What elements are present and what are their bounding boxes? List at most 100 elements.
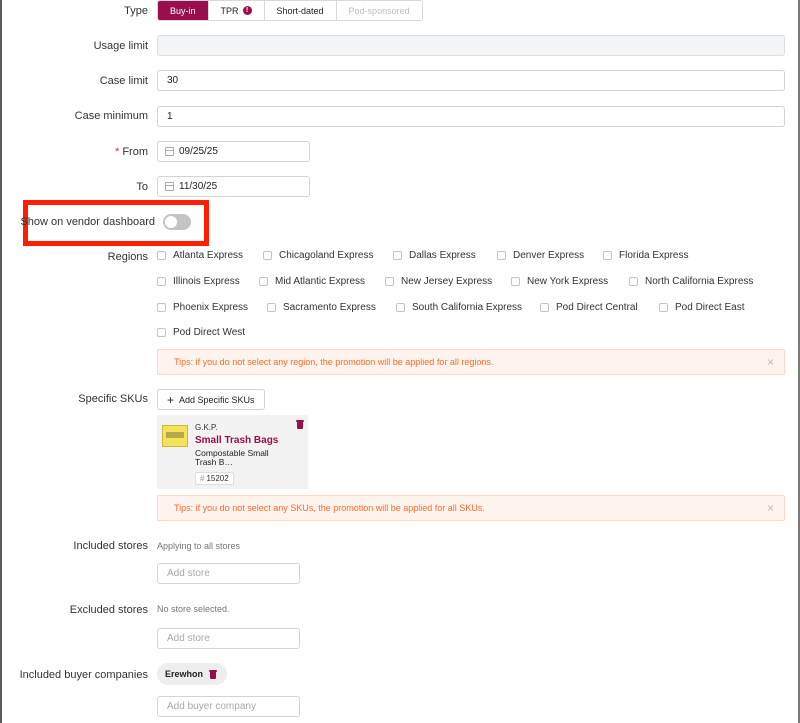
type-option-buy-in[interactable]: Buy-in <box>158 1 209 20</box>
add-specific-skus-label: Add Specific SKUs <box>179 394 255 405</box>
region-label: North California Express <box>645 276 754 287</box>
region-checkbox-florida-express[interactable]: Florida Express <box>603 250 688 261</box>
trash-icon[interactable] <box>296 420 304 429</box>
add-specific-skus-button[interactable]: + Add Specific SKUs <box>157 389 265 410</box>
checkbox-box[interactable] <box>157 303 166 312</box>
region-label: Dallas Express <box>409 250 476 261</box>
excluded-stores-input[interactable]: Add store <box>157 628 300 649</box>
specific-skus-label: Specific SKUs <box>78 393 148 405</box>
checkbox-box[interactable] <box>393 251 402 260</box>
skus-tip-text: Tips: if you do not select any SKUs, the… <box>174 503 485 513</box>
region-checkbox-illinois-express[interactable]: Illinois Express <box>157 276 240 287</box>
sku-id: 15202 <box>206 474 229 483</box>
checkbox-box[interactable] <box>629 277 638 286</box>
close-icon[interactable]: × <box>767 356 774 368</box>
region-label: South California Express <box>412 302 523 313</box>
calendar-icon <box>165 182 174 191</box>
hash-icon: # <box>200 474 205 483</box>
sku-card: G.K.P. Small Trash Bags Compostable Smal… <box>157 415 308 489</box>
region-checkbox-atlanta-express[interactable]: Atlanta Express <box>157 250 243 261</box>
skus-tip: Tips: if you do not select any SKUs, the… <box>157 495 785 521</box>
region-label: Sacramento Express <box>283 302 376 313</box>
checkbox-box[interactable] <box>659 303 668 312</box>
excluded-stores-status: No store selected. <box>157 604 230 614</box>
checkbox-box[interactable] <box>540 303 549 312</box>
sku-brand: G.K.P. <box>195 423 218 432</box>
to-label: To <box>136 181 148 193</box>
sku-description-line-2: Trash B… <box>195 457 233 467</box>
usage-limit-input[interactable] <box>157 35 785 56</box>
region-label: Mid Atlantic Express <box>275 276 366 287</box>
region-label: Pod Direct East <box>675 302 745 313</box>
usage-limit-label: Usage limit <box>93 40 148 52</box>
checkbox-box[interactable] <box>396 303 405 312</box>
region-checkbox-pod-direct-east[interactable]: Pod Direct East <box>659 302 744 313</box>
region-label: Illinois Express <box>173 276 240 287</box>
plus-icon: + <box>167 392 175 407</box>
region-checkbox-mid-atlantic-express[interactable]: Mid Atlantic Express <box>259 276 365 287</box>
region-label: New York Express <box>527 276 609 287</box>
product-thumbnail <box>162 425 188 447</box>
case-minimum-input[interactable]: 1 <box>157 106 785 127</box>
type-option-short-dated[interactable]: Short-dated <box>264 1 337 20</box>
trash-icon[interactable] <box>209 669 218 679</box>
region-checkbox-pod-direct-west[interactable]: Pod Direct West <box>157 327 245 338</box>
vendor-dashboard-label: Show on vendor dashboard <box>20 216 155 228</box>
region-label: Chicagoland Express <box>279 250 374 261</box>
region-label: Pod Direct Central <box>556 302 638 313</box>
sku-name[interactable]: Small Trash Bags <box>195 435 278 446</box>
type-option-pod-sponsored: Pod-sponsored <box>336 1 422 20</box>
from-date-picker[interactable]: 09/25/25 <box>157 141 310 162</box>
checkbox-box[interactable] <box>157 251 166 260</box>
from-date-value: 09/25/25 <box>179 146 218 157</box>
region-checkbox-sacramento-express[interactable]: Sacramento Express <box>267 302 376 313</box>
info-icon[interactable]: ! <box>242 6 252 15</box>
region-label: New Jersey Express <box>401 276 493 287</box>
region-checkbox-north-california-express[interactable]: North California Express <box>629 276 753 287</box>
type-option-tpr[interactable]: TPR ! <box>208 1 265 20</box>
region-checkbox-south-california-express[interactable]: South California Express <box>396 302 522 313</box>
case-minimum-label: Case minimum <box>74 110 148 122</box>
type-label: Type <box>124 5 148 17</box>
toggle-knob <box>165 216 177 228</box>
from-label-text: From <box>122 146 148 158</box>
region-label: Atlanta Express <box>173 250 244 261</box>
checkbox-box[interactable] <box>267 303 276 312</box>
region-checkbox-pod-direct-central[interactable]: Pod Direct Central <box>540 302 638 313</box>
vendor-dashboard-toggle[interactable] <box>163 214 191 230</box>
from-label: * From <box>115 146 148 158</box>
checkbox-box[interactable] <box>603 251 612 260</box>
checkbox-box[interactable] <box>497 251 506 260</box>
buyer-chip-erewhon: Erewhon <box>157 663 228 685</box>
checkbox-box[interactable] <box>259 277 268 286</box>
region-checkbox-denver-express[interactable]: Denver Express <box>497 250 584 261</box>
case-limit-input[interactable]: 30 <box>157 70 785 91</box>
checkbox-box[interactable] <box>385 277 394 286</box>
region-label: Florida Express <box>619 250 689 261</box>
region-label: Phoenix Express <box>173 302 249 313</box>
regions-tip-text: Tips: if you do not select any region, t… <box>174 357 494 367</box>
close-icon[interactable]: × <box>767 502 774 514</box>
add-buyer-company-input[interactable]: Add buyer company <box>157 696 300 717</box>
checkbox-box[interactable] <box>157 277 166 286</box>
regions-label: Regions <box>107 251 148 263</box>
region-checkbox-chicagoland-express[interactable]: Chicagoland Express <box>263 250 374 261</box>
window-frame-left <box>0 0 2 723</box>
region-checkbox-dallas-express[interactable]: Dallas Express <box>393 250 476 261</box>
region-checkbox-new-york-express[interactable]: New York Express <box>511 276 608 287</box>
included-stores-status: Applying to all stores <box>157 541 241 551</box>
type-segmented-control: Buy-in TPR ! Short-dated Pod-sponsored <box>157 0 423 21</box>
case-limit-label: Case limit <box>99 75 148 87</box>
sku-description: Compostable Small Trash B… <box>195 449 291 467</box>
calendar-icon <box>165 147 174 156</box>
checkbox-box[interactable] <box>157 328 166 337</box>
region-checkbox-phoenix-express[interactable]: Phoenix Express <box>157 302 248 313</box>
checkbox-box[interactable] <box>511 277 520 286</box>
to-date-value: 11/30/25 <box>179 181 218 192</box>
region-checkbox-new-jersey-express[interactable]: New Jersey Express <box>385 276 492 287</box>
region-label: Pod Direct West <box>173 327 246 338</box>
included-stores-input[interactable]: Add store <box>157 563 300 584</box>
to-date-picker[interactable]: 11/30/25 <box>157 176 310 197</box>
checkbox-box[interactable] <box>263 251 272 260</box>
buyer-chip-label: Erewhon <box>165 669 204 679</box>
